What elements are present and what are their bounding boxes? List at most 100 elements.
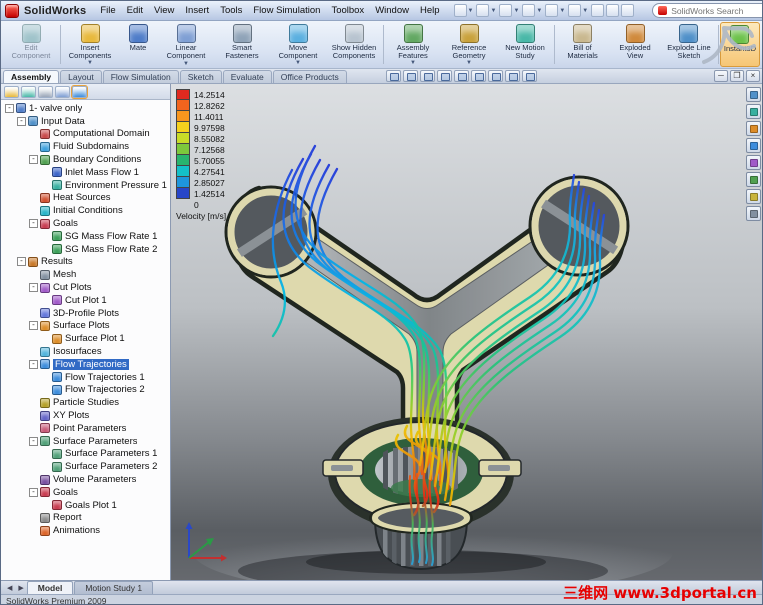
tree-item-sg-mass-flow-rate-2[interactable]: SG Mass Flow Rate 2	[3, 243, 170, 256]
tree-expand-toggle[interactable]: -	[17, 257, 26, 267]
previous-view-icon[interactable]	[419, 70, 435, 82]
tree-item-sg-mass-flow-rate-1[interactable]: SG Mass Flow Rate 1	[3, 230, 170, 243]
menu-item-file[interactable]: File	[95, 3, 120, 18]
tree-item-goals[interactable]: - Goals	[3, 486, 170, 499]
view-settings-icon[interactable]	[591, 4, 605, 17]
flow-trajectories-tool-icon[interactable]	[746, 138, 761, 153]
tab-scroll-right-icon[interactable]: ▶	[15, 582, 26, 594]
tree-item-1-valve-only[interactable]: - 1- valve only	[3, 102, 170, 115]
display-style-icon[interactable]	[470, 70, 486, 82]
options-icon[interactable]	[606, 4, 620, 17]
property-manager-tab[interactable]	[21, 85, 36, 98]
tree-expand-toggle[interactable]: -	[29, 436, 38, 446]
tree-expand-toggle[interactable]: -	[29, 155, 38, 165]
move-component-button[interactable]: Move Component ▼	[270, 22, 326, 67]
tree-item-surface-parameters-1[interactable]: Surface Parameters 1	[3, 448, 170, 461]
tree-item-surface-parameters-2[interactable]: Surface Parameters 2	[3, 460, 170, 473]
dimxpert-manager-tab[interactable]	[55, 85, 70, 98]
exploded-view-button[interactable]: Exploded View	[609, 22, 661, 67]
tree-item-surface-plot-1[interactable]: Surface Plot 1	[3, 332, 170, 345]
menu-item-insert[interactable]: Insert	[180, 3, 214, 18]
apply-scene-icon[interactable]	[521, 70, 537, 82]
menu-item-help[interactable]: Help	[415, 3, 445, 18]
view-orientation-icon[interactable]	[453, 70, 469, 82]
caret-down-icon[interactable]: ▼	[468, 8, 474, 14]
save-icon[interactable]	[499, 4, 513, 17]
tree-item-surface-parameters[interactable]: - Surface Parameters	[3, 435, 170, 448]
menu-item-tools[interactable]: Tools	[215, 3, 247, 18]
tree-item-flow-trajectories[interactable]: - Flow Trajectories	[3, 358, 170, 371]
caret-down-icon[interactable]: ▼	[536, 8, 542, 14]
valve-flow-scene[interactable]	[171, 84, 762, 580]
tree-item-results[interactable]: - Results	[3, 256, 170, 269]
minimize-button[interactable]: ─	[714, 70, 728, 82]
tree-item-isosurfaces[interactable]: Isosurfaces	[3, 345, 170, 358]
tree-expand-toggle[interactable]: -	[29, 359, 38, 369]
tab-evaluate[interactable]: Evaluate	[222, 70, 272, 83]
tree-item-input-data[interactable]: - Input Data	[3, 115, 170, 128]
caret-down-icon[interactable]: ▼	[295, 60, 301, 66]
tree-item-surface-plots[interactable]: - Surface Plots	[3, 320, 170, 333]
tree-item-computational-domain[interactable]: Computational Domain	[3, 128, 170, 141]
tab-model[interactable]: Model	[26, 581, 74, 594]
close-button[interactable]: ×	[746, 70, 760, 82]
tab-assembly[interactable]: Assembly	[3, 70, 60, 83]
tree-item-fluid-subdomains[interactable]: Fluid Subdomains	[3, 140, 170, 153]
tree-item-report[interactable]: Report	[3, 512, 170, 525]
help-icon[interactable]	[621, 4, 635, 17]
tree-item-point-parameters[interactable]: Point Parameters	[3, 422, 170, 435]
linear-component-pattern-button[interactable]: Linear Component Pattern▼	[158, 22, 214, 67]
tree-item-boundary-conditions[interactable]: - Boundary Conditions	[3, 153, 170, 166]
tab-layout[interactable]: Layout	[60, 70, 102, 83]
tree-expand-toggle[interactable]: -	[5, 103, 14, 113]
tab-office-products[interactable]: Office Products	[272, 70, 347, 83]
caret-down-icon[interactable]: ▼	[410, 60, 416, 66]
flow-simulation-tree-tab[interactable]	[71, 84, 88, 99]
tree-item-cut-plots[interactable]: - Cut Plots	[3, 281, 170, 294]
hide-show-items-icon[interactable]	[487, 70, 503, 82]
caret-down-icon[interactable]: ▼	[559, 8, 565, 14]
tab-scroll-left-icon[interactable]: ◀	[4, 582, 15, 594]
zoom-area-icon[interactable]	[402, 70, 418, 82]
tab-motion-study-1[interactable]: Motion Study 1	[74, 581, 154, 594]
tree-item-goals[interactable]: - Goals	[3, 217, 170, 230]
isosurface-tool-icon[interactable]	[746, 155, 761, 170]
tree-expand-toggle[interactable]: -	[29, 219, 38, 229]
tree-item-xy-plots[interactable]: XY Plots	[3, 409, 170, 422]
tree-expand-toggle[interactable]: -	[29, 321, 38, 331]
reference-geometry-button[interactable]: Reference Geometry ▼	[441, 22, 497, 67]
edit-appearance-icon[interactable]	[504, 70, 520, 82]
tree-item-inlet-mass-flow-1[interactable]: Inlet Mass Flow 1	[3, 166, 170, 179]
caret-down-icon[interactable]: ▼	[582, 8, 588, 14]
bill-of-materials-button[interactable]: Bill of Materials	[556, 22, 609, 67]
tree-item-animations[interactable]: Animations	[3, 524, 170, 537]
tree-item-heat-sources[interactable]: Heat Sources	[3, 192, 170, 205]
tree-item-flow-trajectories-2[interactable]: Flow Trajectories 2	[3, 384, 170, 397]
tree-item-flow-trajectories-1[interactable]: Flow Trajectories 1	[3, 371, 170, 384]
tree-item-goals-plot-1[interactable]: Goals Plot 1	[3, 499, 170, 512]
smart-fasteners-button[interactable]: Smart Fasteners	[214, 22, 270, 67]
goals-tool-icon[interactable]	[746, 172, 761, 187]
menu-item-toolbox[interactable]: Toolbox	[326, 3, 369, 18]
configuration-manager-tab[interactable]	[38, 85, 53, 98]
section-view-icon[interactable]	[436, 70, 452, 82]
menu-item-flow-simulation[interactable]: Flow Simulation	[248, 3, 325, 18]
feature-manager-tab[interactable]	[4, 85, 19, 98]
mesh-tool-icon[interactable]	[746, 206, 761, 221]
zoom-fit-icon[interactable]	[385, 70, 401, 82]
tree-item-mesh[interactable]: Mesh	[3, 268, 170, 281]
solidworks-search[interactable]: ▼	[652, 3, 762, 18]
insert-components-button[interactable]: Insert Components ▼	[62, 22, 118, 67]
caret-down-icon[interactable]: ▼	[490, 8, 496, 14]
surface-plot-tool-icon[interactable]	[746, 121, 761, 136]
open-icon[interactable]	[476, 4, 490, 17]
tree-expand-toggle[interactable]: -	[29, 283, 38, 293]
tree-item-cut-plot-1[interactable]: Cut Plot 1	[3, 294, 170, 307]
tree-item-3d-profile-plots[interactable]: 3D-Profile Plots	[3, 307, 170, 320]
flow-results-icon[interactable]	[746, 87, 761, 102]
restore-button[interactable]: ❐	[730, 70, 744, 82]
caret-down-icon[interactable]: ▼	[183, 61, 189, 67]
print-icon[interactable]	[522, 4, 536, 17]
search-input[interactable]	[671, 5, 762, 16]
caret-down-icon[interactable]: ▼	[466, 60, 472, 66]
